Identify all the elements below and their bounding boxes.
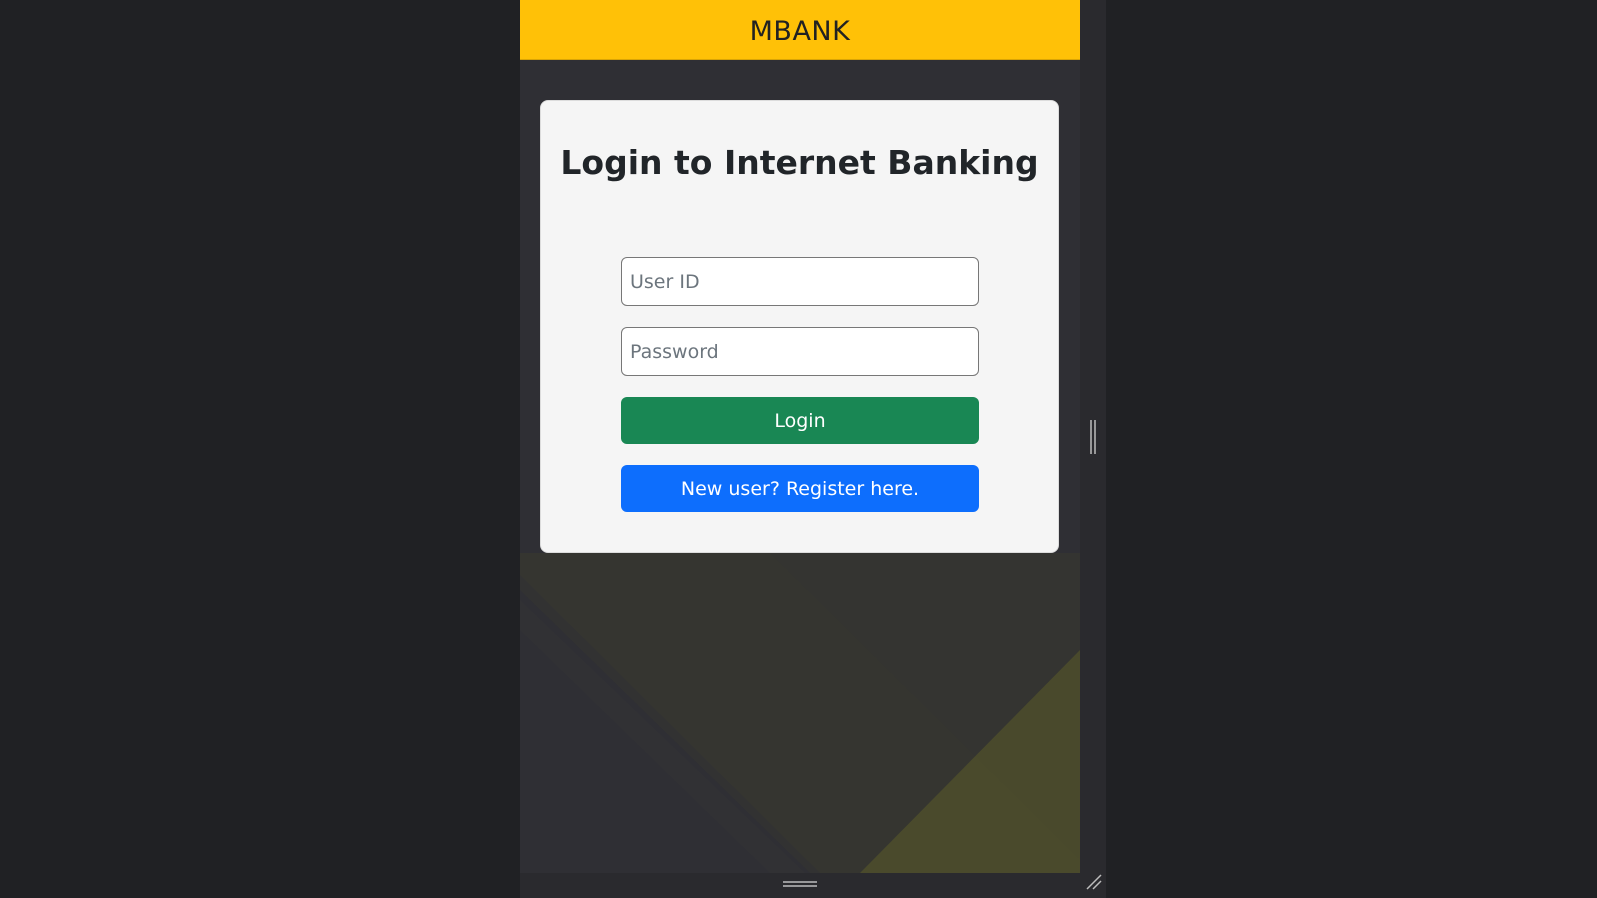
register-button[interactable]: New user? Register here. [621, 465, 979, 512]
device-bottom-bar [520, 873, 1106, 898]
password-input[interactable] [621, 327, 979, 376]
top-navbar: MBANK [520, 0, 1080, 60]
login-button-label: Login [774, 409, 826, 432]
brand-name[interactable]: MBANK [750, 12, 851, 47]
resize-corner-icon[interactable] [1085, 873, 1103, 891]
login-card: Login to Internet Banking Login New user… [540, 100, 1059, 553]
vertical-drag-handle-icon[interactable] [1089, 420, 1097, 454]
page-viewport: MBANK Login to Internet Banking Login Ne… [520, 0, 1080, 873]
register-button-label: New user? Register here. [680, 477, 920, 500]
login-title: Login to Internet Banking [560, 143, 1039, 182]
login-button[interactable]: Login [621, 397, 979, 444]
device-viewport-frame: MBANK Login to Internet Banking Login Ne… [520, 0, 1106, 898]
horizontal-drag-handle-icon[interactable] [783, 880, 817, 888]
user-id-input[interactable] [621, 257, 979, 306]
